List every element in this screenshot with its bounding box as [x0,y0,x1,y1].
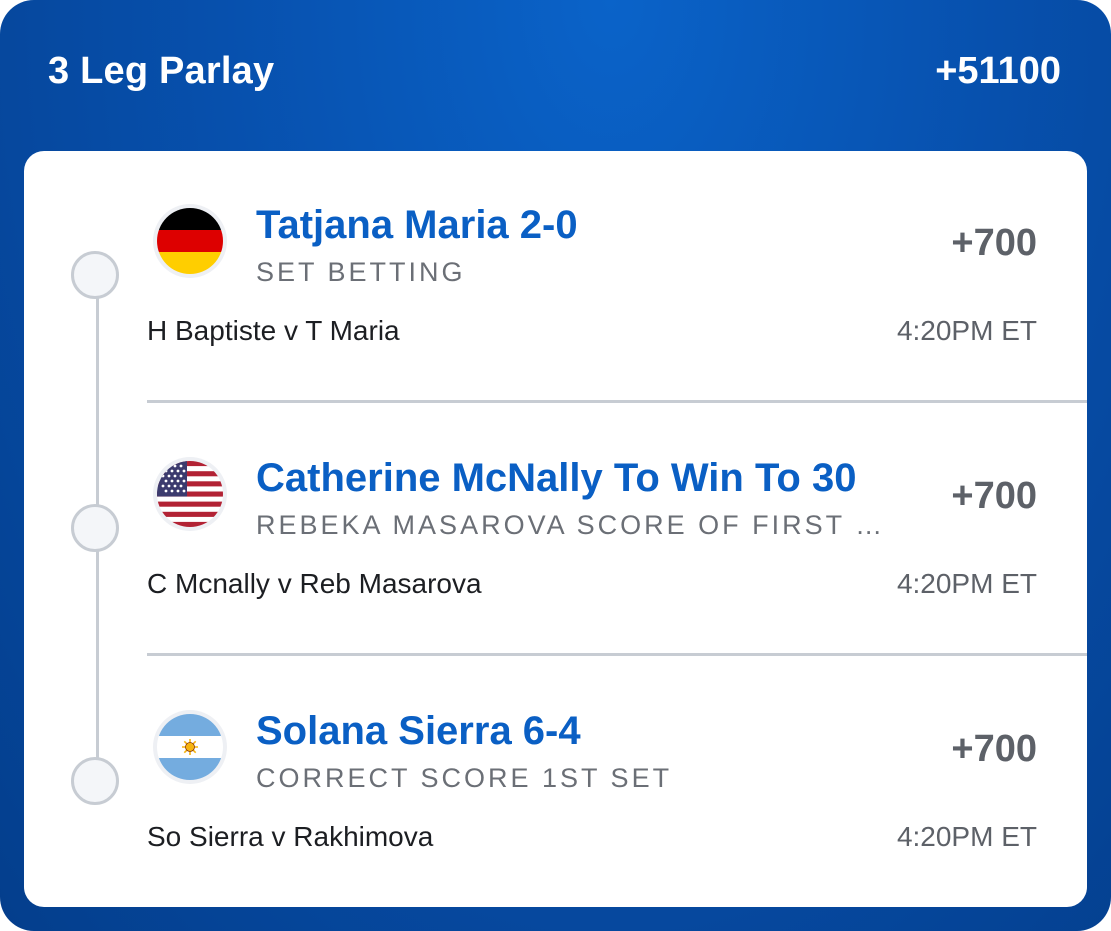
parlay-leg[interactable]: Solana Sierra 6-4 CORRECT SCORE 1ST SET … [24,657,1087,907]
leg-start-time: 4:20PM ET [896,315,1037,346]
usa-flag-icon [153,457,227,531]
timeline-node-icon [71,251,119,299]
leg-divider [147,400,1087,403]
leg-divider [147,653,1087,656]
leg-odds: +700 [951,728,1037,770]
leg-selection: Catherine McNally To Win To 30 [256,456,857,500]
leg-start-time: 4:20PM ET [896,568,1037,599]
timeline-node-icon [71,757,119,805]
parlay-leg[interactable]: Catherine McNally To Win To 30 REBEKA MA… [24,404,1087,657]
parlay-title: 3 Leg Parlay [48,50,275,92]
leg-odds: +700 [951,222,1037,264]
leg-market: CORRECT SCORE 1ST SET [256,763,673,793]
legs-card: Tatjana Maria 2-0 SET BETTING +700 H Bap… [24,151,1087,907]
germany-flag-icon [153,204,227,278]
leg-selection: Solana Sierra 6-4 [256,709,581,753]
leg-market: SET BETTING [256,257,466,287]
leg-market: REBEKA MASAROVA SCORE OF FIRST SER... [256,510,896,540]
leg-matchup: H Baptiste v T Maria [147,315,400,346]
leg-odds: +700 [951,475,1037,517]
parlay-card-frame[interactable]: 3 Leg Parlay +51100 Tatjana Maria 2-0 SE… [0,0,1111,931]
parlay-leg[interactable]: Tatjana Maria 2-0 SET BETTING +700 H Bap… [24,151,1087,404]
leg-matchup: So Sierra v Rakhimova [147,821,434,852]
argentina-flag-icon [153,710,227,784]
leg-start-time: 4:20PM ET [896,821,1037,852]
leg-selection: Tatjana Maria 2-0 [256,203,578,247]
timeline-node-icon [71,504,119,552]
parlay-odds: +51100 [935,50,1061,92]
leg-matchup: C Mcnally v Reb Masarova [147,568,482,599]
